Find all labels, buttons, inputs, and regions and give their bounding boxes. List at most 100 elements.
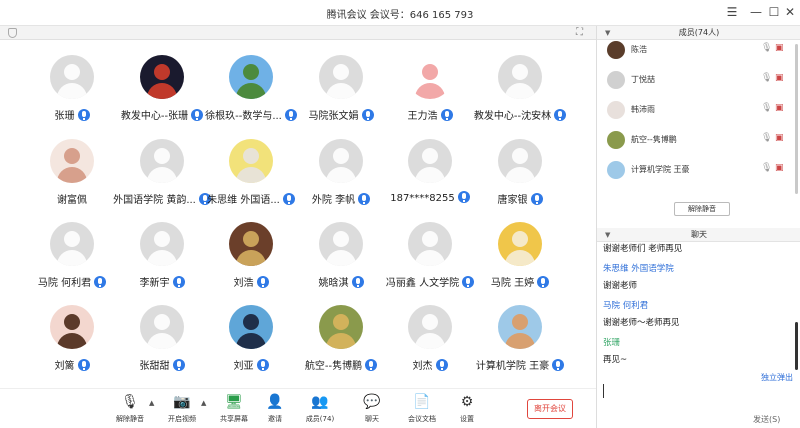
fullscreen-icon[interactable]: ⛶ xyxy=(576,27,587,38)
member-name: 计算机学院 王豪 xyxy=(631,165,690,174)
member-name: 韩沛雨 xyxy=(631,105,655,114)
participant-tile[interactable]: 马院 王婷 xyxy=(460,222,580,308)
mic-active-icon xyxy=(172,359,185,371)
invite-button[interactable]: 👤 邀请 xyxy=(253,394,297,428)
video-off-icon[interactable]: ▣ xyxy=(775,73,784,83)
start-video-button[interactable]: 📷 开启视频 xyxy=(160,394,204,428)
participant-tile[interactable]: 教发中心--沈安林 xyxy=(460,55,580,141)
chat-message-text: 再见~ xyxy=(603,355,628,365)
avatar xyxy=(50,222,94,266)
document-icon: 📄 xyxy=(413,394,431,410)
member-list-item[interactable]: 陈浩 🎙 ▣ xyxy=(597,38,793,62)
chevron-up-icon[interactable]: ▲ xyxy=(201,399,206,407)
avatar xyxy=(498,222,542,266)
avatar xyxy=(229,222,273,266)
mic-active-icon xyxy=(256,359,269,371)
unmute-all-button[interactable]: 解除静音 xyxy=(674,202,730,216)
avatar xyxy=(408,139,452,183)
participant-tile[interactable]: 计算机学院 王豪 xyxy=(460,305,580,391)
share-screen-button[interactable]: 🖥 共享屏幕 xyxy=(212,394,256,428)
participant-name: 马院 王婷 xyxy=(490,278,535,289)
members-button[interactable]: 👥 成员(74) xyxy=(298,394,342,428)
avatar xyxy=(607,161,625,179)
send-button[interactable]: 发送(S) xyxy=(753,414,780,425)
mic-muted-icon[interactable]: 🎙 xyxy=(761,103,772,113)
participant-name: 唐家银 xyxy=(497,195,528,206)
unmute-button[interactable]: 🎙 解除静音 xyxy=(108,394,152,428)
mic-muted-icon[interactable]: 🎙 xyxy=(761,133,772,143)
title-bar: 腾讯会议 会议号：646 165 793 ☰ — ☐ ✕ xyxy=(0,0,800,26)
avatar xyxy=(229,55,273,99)
member-list-item[interactable]: 丁悦喆 🎙 ▣ xyxy=(597,68,793,92)
participant-name: 计算机学院 王豪 xyxy=(475,361,550,372)
video-area-topbar: ⛶ xyxy=(0,26,596,40)
participant-tile[interactable]: 唐家银 xyxy=(460,139,580,225)
meeting-toolbar: 🎙 解除静音 ▲ 📷 开启视频 ▲ 🖥 共享屏幕 👤 邀请 👥 成员(74) 💬… xyxy=(0,388,596,428)
member-list-item[interactable]: 航空--隽博鹏 🎙 ▣ xyxy=(597,128,793,152)
participant-name: 外国语学院 黄韵... xyxy=(113,195,196,206)
video-off-icon[interactable]: ▣ xyxy=(775,133,784,143)
close-icon[interactable]: ✕ xyxy=(782,4,798,20)
settings-grid-icon: ⚙ xyxy=(460,394,474,410)
mic-muted-icon[interactable]: 🎙 xyxy=(761,43,772,53)
participant-name: 187****8255 xyxy=(390,193,455,204)
avatar xyxy=(319,305,363,349)
participant-name: 朱思维 外国语... xyxy=(207,195,280,206)
minimize-icon[interactable]: — xyxy=(748,4,764,20)
participant-name: 航空--隽博鹏 xyxy=(304,361,363,372)
mic-active-icon xyxy=(358,193,371,205)
chat-input[interactable] xyxy=(603,382,793,410)
avatar xyxy=(607,71,625,89)
chat-scrollbar[interactable] xyxy=(795,322,798,370)
video-off-icon[interactable]: ▣ xyxy=(775,163,784,173)
avatar xyxy=(607,101,625,119)
avatar xyxy=(50,139,94,183)
mic-active-icon xyxy=(351,276,364,288)
avatar xyxy=(319,139,363,183)
mic-active-icon xyxy=(554,109,567,121)
leave-meeting-button[interactable]: 离开会议 xyxy=(527,399,573,419)
participant-name: 李新宇 xyxy=(139,278,170,289)
member-name: 航空--隽博鹏 xyxy=(631,135,677,144)
chat-panel-header[interactable]: ▼ 聊天 xyxy=(597,228,800,242)
mic-muted-icon[interactable]: 🎙 xyxy=(761,73,772,83)
participant-grid: 张珊 教发中心--张珊 徐根玖--数学与... 马院张文娟 王力浩 教发中心--沈安林 谢富… xyxy=(0,40,596,388)
participant-name: 刘浩 xyxy=(233,278,254,289)
avatar xyxy=(140,222,184,266)
members-scrollbar[interactable] xyxy=(795,44,798,194)
avatar xyxy=(319,222,363,266)
video-off-icon[interactable]: ▣ xyxy=(775,43,784,53)
menu-icon[interactable]: ☰ xyxy=(724,4,740,20)
member-list-item[interactable]: 韩沛雨 🎙 ▣ xyxy=(597,98,793,122)
avatar xyxy=(498,139,542,183)
participant-name: 王力浩 xyxy=(407,111,438,122)
avatar xyxy=(229,139,273,183)
member-name: 陈浩 xyxy=(631,45,647,54)
avatar xyxy=(408,222,452,266)
settings-button[interactable]: ⚙ 设置 xyxy=(445,394,489,428)
member-list-item[interactable]: 计算机学院 王豪 🎙 ▣ xyxy=(597,158,793,182)
mic-muted-icon[interactable]: 🎙 xyxy=(761,163,772,173)
chat-sender: 张珊 xyxy=(603,338,621,348)
participant-name: 马院 何利君 xyxy=(37,278,92,289)
video-off-icon[interactable]: ▣ xyxy=(775,103,784,113)
meeting-docs-button[interactable]: 📄 会议文档 xyxy=(400,394,444,428)
side-panel: ▼ 成员(74人) 陈浩 🎙 ▣ 丁悦喆 🎙 ▣ 韩沛雨 🎙 ▣ 航空--隽博鹏 🎙 ▣ 计算机学院 王… xyxy=(596,26,800,428)
member-name: 丁悦喆 xyxy=(631,75,655,84)
chat-message-text: 谢谢老师 xyxy=(603,281,638,291)
participant-name: 马院张文娟 xyxy=(308,111,359,122)
avatar xyxy=(50,55,94,99)
avatar xyxy=(140,55,184,99)
members-icon: 👥 xyxy=(311,394,329,410)
security-shield-icon[interactable] xyxy=(8,28,17,38)
participant-name: 外院 李帆 xyxy=(311,195,356,206)
avatar xyxy=(408,55,452,99)
chevron-up-icon[interactable]: ▲ xyxy=(149,399,154,407)
collapse-icon[interactable]: ▼ xyxy=(605,228,610,242)
chat-sender: 马院 何利君 xyxy=(603,301,649,311)
chat-button[interactable]: 💬 聊天 xyxy=(350,394,394,428)
maximize-icon[interactable]: ☐ xyxy=(766,4,782,20)
mic-active-icon xyxy=(256,276,269,288)
share-screen-icon: 🖥 xyxy=(225,394,243,410)
text-cursor xyxy=(603,384,604,398)
